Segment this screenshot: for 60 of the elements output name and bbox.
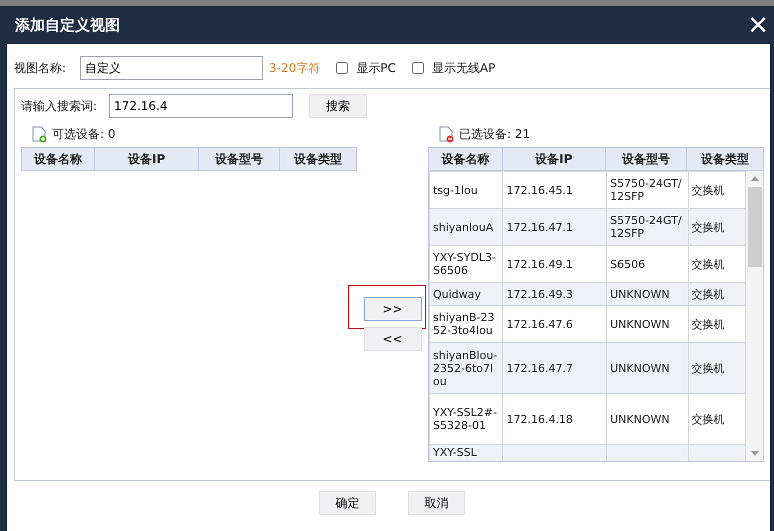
table-cell: 172.16.47.7 <box>502 342 607 394</box>
table-cell: 交换机 <box>688 246 746 282</box>
table-cell: 172.16.49.1 <box>502 246 607 282</box>
table-cell: YXY-SYDL3-S6506 <box>430 246 503 282</box>
table-cell: shiyanlouA <box>430 208 503 246</box>
table-cell: shiyanBlou-2352-6to7lou <box>430 342 503 394</box>
search-field[interactable]: 172.16.4 <box>109 94 294 118</box>
column-header: 设备类型 <box>280 148 356 170</box>
table-cell: 交换机 <box>688 208 746 246</box>
checkbox-label: 显示PC <box>356 60 396 76</box>
table-cell: UNKNOWN <box>606 394 688 444</box>
column-header: 设备名称 <box>22 148 94 170</box>
search-button[interactable]: 搜索 <box>309 94 368 118</box>
scroll-up-icon[interactable] <box>750 175 758 181</box>
table-cell: S5750-24GT/12SFP <box>606 208 688 246</box>
view-name-field[interactable]: 自定义 <box>80 56 264 80</box>
transfer-button[interactable]: << <box>364 327 422 351</box>
column-header: 设备名称 <box>428 148 502 170</box>
table-cell: tsg-1lou <box>430 172 503 208</box>
table-cell: 交换机 <box>688 282 746 306</box>
table-cell: YXY-SSL <box>430 444 503 461</box>
confirm-button[interactable]: 确定 <box>319 491 376 515</box>
cancel-button[interactable]: 取消 <box>408 491 465 515</box>
checkbox[interactable] <box>336 62 348 74</box>
close-button[interactable]: × <box>746 12 770 38</box>
table-cell: S5750-24GT/12SFP <box>606 172 688 208</box>
table-cell: 172.16.47.1 <box>502 208 607 246</box>
available-count: 可选设备: 0 <box>52 126 116 143</box>
column-header: 设备型号 <box>198 148 280 170</box>
column-header: 设备IP <box>502 148 606 170</box>
checkbox[interactable] <box>412 62 424 74</box>
table-cell: 交换机 <box>688 342 746 394</box>
scrollbar-thumb[interactable] <box>748 187 762 267</box>
field-label: 视图名称: <box>14 60 66 76</box>
table-cell: Quidway <box>430 282 503 306</box>
table-cell: 172.16.49.3 <box>502 282 607 306</box>
table-cell: UNKNOWN <box>606 306 688 342</box>
table-cell: UNKNOWN <box>606 282 688 306</box>
selected-count: 已选设备: 21 <box>459 126 530 143</box>
table-cell: 172.16.45.1 <box>502 172 607 208</box>
transfer-button[interactable]: >> <box>364 297 422 321</box>
document-minus-icon <box>438 126 455 143</box>
scroll-down-icon[interactable] <box>750 451 758 457</box>
document-plus-icon <box>31 126 48 143</box>
table-cell: 交换机 <box>688 394 746 444</box>
table-cell: shiyanB-2352-3to4lou <box>430 306 503 342</box>
column-header: 设备类型 <box>686 148 764 170</box>
search-label: 请输入搜索词: <box>21 98 98 114</box>
table-cell: 172.16.4.18 <box>502 394 607 444</box>
dialog-title: 添加自定义视图 <box>14 16 120 34</box>
column-header: 设备IP <box>94 148 199 170</box>
table-cell: 交换机 <box>688 172 746 208</box>
table-cell: S6506 <box>606 246 688 282</box>
column-header: 设备型号 <box>605 148 687 170</box>
table-cell: UNKNOWN <box>606 342 688 394</box>
table-cell: YXY-SSL2#-S5328-01 <box>430 394 503 444</box>
table-cell: 交换机 <box>688 306 746 342</box>
checkbox-label: 显示无线AP <box>432 60 496 76</box>
table-cell: 172.16.47.6 <box>502 306 607 342</box>
length-hint: 3-20字符 <box>269 60 320 76</box>
